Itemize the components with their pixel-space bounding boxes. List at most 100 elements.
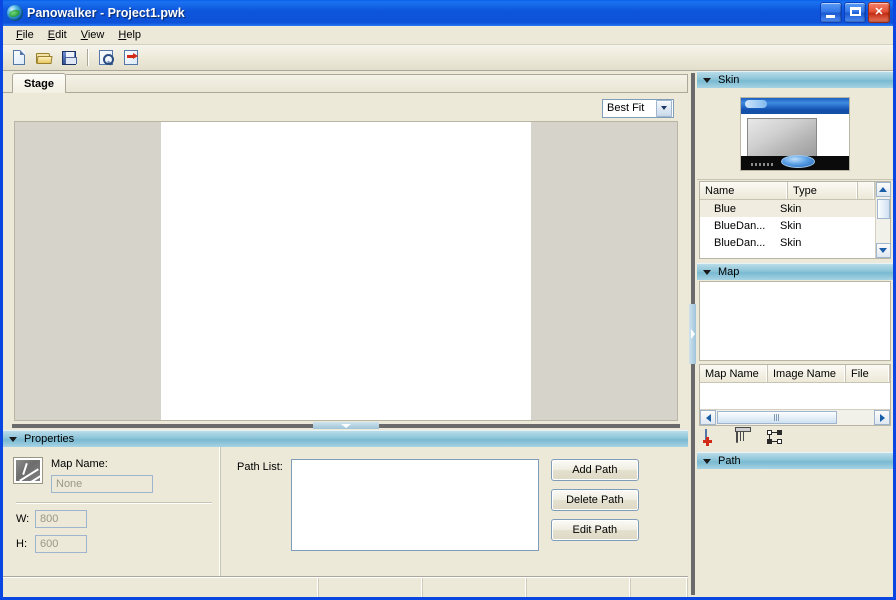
skin-panel-title: Skin (718, 74, 740, 86)
skin-row-name: Blue (714, 202, 737, 215)
stage-canvas[interactable] (14, 121, 678, 421)
list-item[interactable]: Blue Skin (700, 200, 875, 217)
minimize-button[interactable] (820, 2, 842, 23)
main-toolbar (3, 45, 893, 71)
width-field[interactable]: 800 (35, 510, 87, 528)
edit-path-button[interactable]: Edit Path (550, 519, 639, 541)
menu-label: ile (22, 28, 34, 41)
path-panel-title: Path (718, 455, 741, 467)
menu-help[interactable]: Help (111, 27, 148, 44)
path-panel-header[interactable]: Path (697, 452, 893, 469)
map-column-file-name[interactable]: File (846, 365, 890, 382)
collapse-triangle-icon[interactable] (9, 436, 17, 442)
height-row: H: 600 (13, 535, 220, 553)
vertical-splitter[interactable] (688, 71, 697, 597)
menu-label: dit (55, 28, 67, 41)
properties-panel-title: Properties (24, 433, 75, 445)
left-pane: Stage Best Fit Properties Map Name: None… (3, 71, 688, 597)
map-name-value: None (56, 478, 83, 490)
trash-icon[interactable] (736, 429, 754, 448)
status-cell-2 (319, 578, 423, 597)
map-properties-group: Map Name: None W: 800 H: 600 (3, 447, 221, 576)
maximize-button[interactable] (844, 2, 866, 23)
map-list-rows (700, 383, 890, 409)
menu-label: iew (87, 28, 105, 41)
menu-view[interactable]: View (74, 27, 112, 44)
skin-panel-header[interactable]: Skin (697, 71, 893, 88)
height-field[interactable]: 600 (35, 535, 87, 553)
stage-container: Best Fit (3, 93, 688, 421)
path-list-group: Path List: Add Path Delete Path Edit Pat… (221, 447, 688, 576)
map-thumbnail-icon (13, 457, 43, 484)
status-cell-4 (527, 578, 631, 597)
skin-list-scrollbar[interactable] (875, 182, 891, 258)
open-folder-icon[interactable] (33, 47, 55, 69)
list-item[interactable]: BlueDan... Skin (700, 217, 875, 234)
save-floppy-icon[interactable] (58, 47, 80, 69)
collapse-triangle-icon[interactable] (703, 458, 711, 464)
tab-stage[interactable]: Stage (12, 73, 66, 93)
map-list[interactable]: Map Name Image Name File (699, 364, 891, 426)
skin-list-rows: Blue Skin BlueDan... Skin BlueDan... Ski… (700, 200, 875, 258)
width-label: W: (16, 513, 30, 525)
status-cell-1 (3, 578, 319, 597)
height-label: H: (16, 538, 27, 550)
export-arrow-icon[interactable] (120, 47, 142, 69)
skin-list-header: Name Type (700, 182, 875, 200)
hscrollbar-thumb[interactable] (717, 411, 837, 424)
map-canvas[interactable] (699, 281, 891, 361)
add-page-icon[interactable] (703, 429, 723, 448)
zoom-select[interactable]: Best Fit (602, 98, 674, 118)
stage-right-margin (531, 122, 677, 420)
map-name-field[interactable]: None (51, 475, 153, 493)
properties-panel-header[interactable]: Properties (3, 430, 688, 447)
scroll-left-button[interactable] (700, 410, 716, 425)
list-item[interactable]: BlueDan... Skin (700, 234, 875, 251)
collapse-triangle-icon[interactable] (703, 77, 711, 83)
collapse-triangle-icon[interactable] (703, 269, 711, 275)
scroll-up-button[interactable] (875, 182, 891, 197)
map-panel-title: Map (718, 266, 740, 278)
scroll-down-button[interactable] (875, 243, 891, 258)
path-list-label: Path List: (237, 461, 283, 473)
map-column-image-name[interactable]: Image Name (768, 365, 846, 382)
skin-row-name: BlueDan... (714, 219, 766, 232)
toolbar-separator (87, 49, 88, 66)
add-path-button[interactable]: Add Path (550, 459, 639, 481)
map-list-header: Map Name Image Name File (700, 365, 890, 383)
width-row: W: 800 (13, 510, 220, 528)
horizontal-splitter[interactable] (3, 421, 688, 430)
delete-path-button[interactable]: Delete Path (550, 489, 639, 511)
map-panel-header[interactable]: Map (697, 263, 893, 280)
path-panel-body (697, 469, 893, 597)
new-document-icon[interactable] (8, 47, 30, 69)
nodes-icon[interactable] (767, 430, 785, 448)
width-value: 800 (40, 513, 59, 525)
status-bar (3, 577, 688, 597)
menu-bar: File Edit View Help (3, 26, 893, 45)
scroll-right-button[interactable] (874, 410, 890, 425)
vertical-splitter-collapse-handle[interactable] (689, 304, 696, 364)
splitter-collapse-handle[interactable] (312, 422, 379, 429)
map-column-map-name[interactable]: Map Name (700, 365, 768, 382)
skin-column-type[interactable]: Type (788, 182, 858, 199)
height-value: 600 (40, 538, 59, 550)
window-controls: ✕ (820, 2, 890, 23)
skin-list[interactable]: Name Type Blue Skin BlueDan... Skin Blue… (699, 181, 891, 259)
close-button[interactable]: ✕ (868, 2, 890, 23)
properties-body: Map Name: None W: 800 H: 600 Path List: … (3, 447, 688, 577)
chevron-down-icon[interactable] (656, 99, 672, 117)
application-window: Panowalker - Project1.pwk ✕ File Edit Vi… (0, 0, 896, 600)
menu-accel: F (16, 28, 23, 41)
scrollbar-thumb[interactable] (876, 199, 890, 219)
stage-white-canvas[interactable] (161, 122, 531, 420)
skin-column-name[interactable]: Name (700, 182, 788, 199)
path-list-box[interactable] (290, 459, 539, 551)
map-list-hscrollbar[interactable] (700, 409, 890, 425)
map-name-row: Map Name: None (13, 457, 220, 493)
preview-magnifier-icon[interactable] (95, 47, 117, 69)
menu-edit[interactable]: Edit (41, 27, 74, 44)
menu-accel: E (47, 28, 56, 41)
title-bar[interactable]: Panowalker - Project1.pwk ✕ (3, 0, 893, 26)
menu-file[interactable]: File (9, 27, 41, 44)
